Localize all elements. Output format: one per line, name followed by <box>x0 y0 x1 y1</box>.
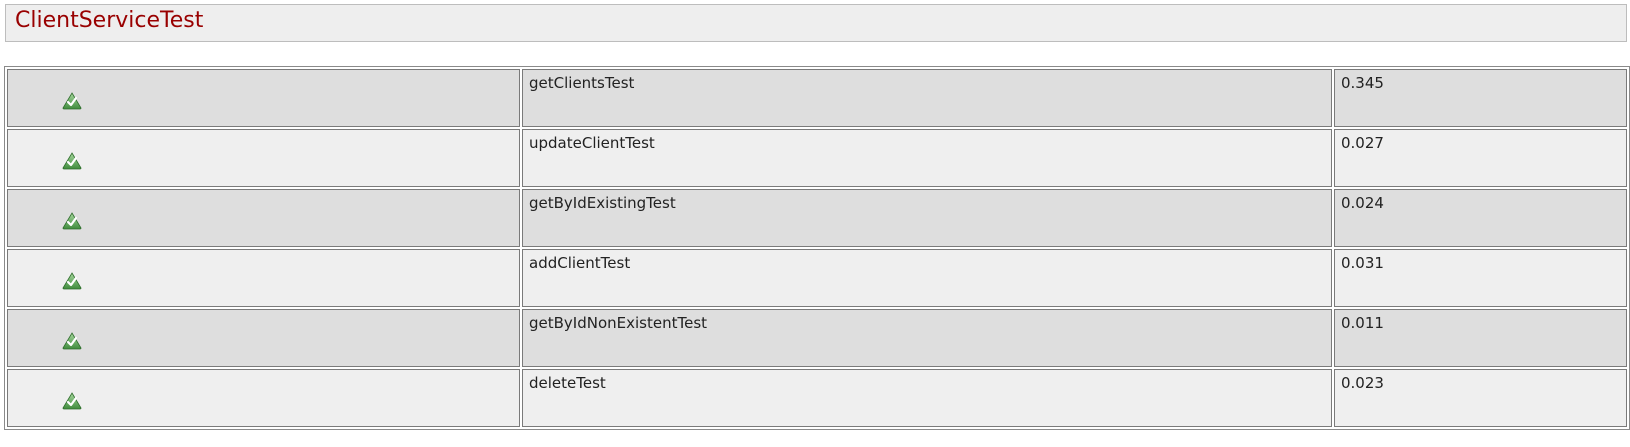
pass-check-icon <box>62 392 82 410</box>
pass-check-icon <box>62 272 82 290</box>
test-time: 0.027 <box>1341 134 1384 152</box>
test-time: 0.031 <box>1341 254 1384 272</box>
test-name-cell: updateClientTest <box>522 129 1332 187</box>
pass-check-icon <box>62 152 82 170</box>
suite-title: ClientServiceTest <box>15 8 204 33</box>
test-row: addClientTest 0.031 <box>7 249 1627 307</box>
test-name: updateClientTest <box>529 134 655 152</box>
test-time-cell: 0.345 <box>1334 69 1627 127</box>
test-name: getByIdExistingTest <box>529 194 676 212</box>
test-name-cell: deleteTest <box>522 369 1332 427</box>
pass-check-icon <box>62 212 82 230</box>
test-time-cell: 0.011 <box>1334 309 1627 367</box>
suite-header: ClientServiceTest <box>5 4 1627 42</box>
test-status-cell <box>7 129 520 187</box>
test-status-cell <box>7 369 520 427</box>
test-time-cell: 0.027 <box>1334 129 1627 187</box>
test-name: getByIdNonExistentTest <box>529 314 708 332</box>
test-time: 0.023 <box>1341 374 1384 392</box>
test-status-cell <box>7 189 520 247</box>
test-name: deleteTest <box>529 374 606 392</box>
test-name-cell: getClientsTest <box>522 69 1332 127</box>
test-results-table: getClientsTest 0.345 updateClientTest 0.… <box>4 66 1630 430</box>
test-time-cell: 0.023 <box>1334 369 1627 427</box>
test-status-cell <box>7 69 520 127</box>
test-name: getClientsTest <box>529 74 635 92</box>
test-row: getByIdNonExistentTest 0.011 <box>7 309 1627 367</box>
pass-check-icon <box>62 332 82 350</box>
test-row: getByIdExistingTest 0.024 <box>7 189 1627 247</box>
pass-check-icon <box>62 92 82 110</box>
test-status-cell <box>7 309 520 367</box>
test-row: updateClientTest 0.027 <box>7 129 1627 187</box>
test-name-cell: getByIdNonExistentTest <box>522 309 1332 367</box>
test-time-cell: 0.031 <box>1334 249 1627 307</box>
test-name-cell: addClientTest <box>522 249 1332 307</box>
test-time: 0.024 <box>1341 194 1384 212</box>
test-row: getClientsTest 0.345 <box>7 69 1627 127</box>
test-time: 0.011 <box>1341 314 1384 332</box>
test-time-cell: 0.024 <box>1334 189 1627 247</box>
test-time: 0.345 <box>1341 74 1384 92</box>
test-row: deleteTest 0.023 <box>7 369 1627 427</box>
test-name: addClientTest <box>529 254 631 272</box>
test-status-cell <box>7 249 520 307</box>
test-name-cell: getByIdExistingTest <box>522 189 1332 247</box>
